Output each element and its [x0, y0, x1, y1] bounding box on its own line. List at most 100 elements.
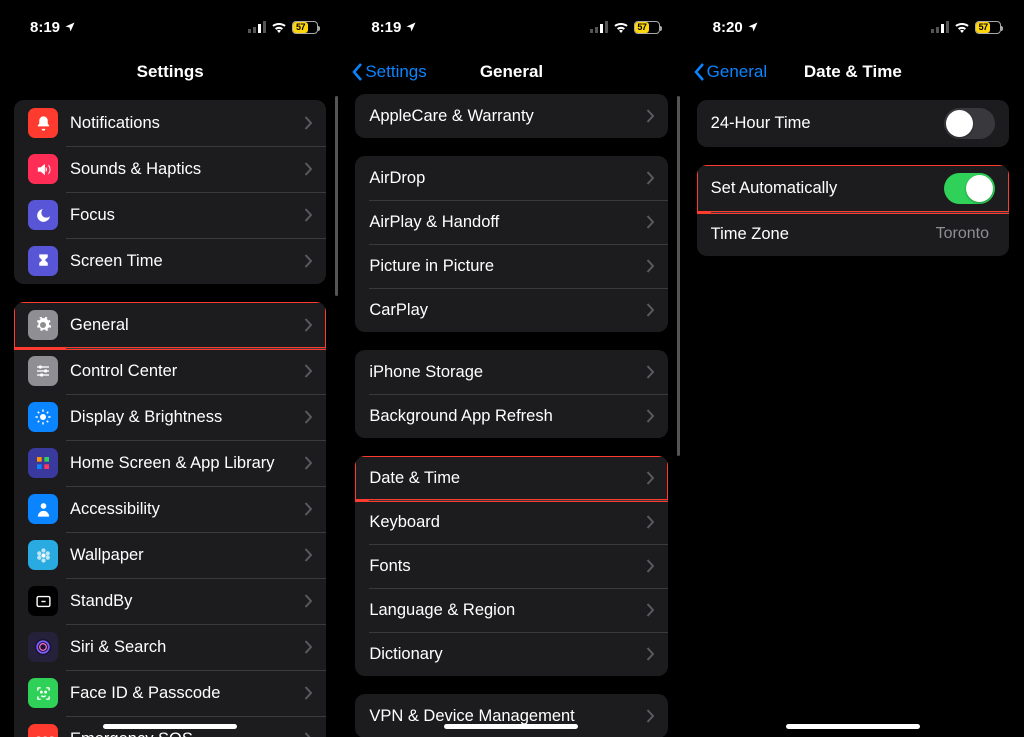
chevron-right-icon [304, 640, 312, 654]
row-sounds-haptics[interactable]: Sounds & Haptics [14, 146, 326, 192]
row-label: Screen Time [70, 252, 304, 271]
row-dictionary[interactable]: Dictionary [355, 632, 667, 676]
battery-indicator: 57 [292, 21, 318, 34]
sos-icon: SOS [28, 724, 58, 737]
row-label: Dictionary [369, 645, 645, 664]
settings-group: Date & Time Keyboard Fonts Language & Regio… [355, 456, 667, 676]
row-label: Display & Brightness [70, 408, 304, 427]
page-title: General [480, 62, 543, 82]
hourglass-icon [28, 246, 58, 276]
row-siri-search[interactable]: Siri & Search [14, 624, 326, 670]
chevron-right-icon [646, 215, 654, 229]
row-picture-in-picture[interactable]: Picture in Picture [355, 244, 667, 288]
row-label: Set Automatically [711, 179, 944, 198]
row-iphone-storage[interactable]: iPhone Storage [355, 350, 667, 394]
row-focus[interactable]: Focus [14, 192, 326, 238]
row-label: General [70, 316, 304, 335]
row-airdrop[interactable]: AirDrop [355, 156, 667, 200]
row-fonts[interactable]: Fonts [355, 544, 667, 588]
row-time-zone[interactable]: Time ZoneToronto [697, 212, 1009, 256]
battery-pct: 57 [976, 22, 990, 33]
battery-pct: 57 [293, 22, 307, 33]
row-general-highlighted[interactable]: General [14, 302, 326, 348]
chevron-right-icon [646, 471, 654, 485]
back-button[interactable]: General [693, 62, 767, 82]
row-display-brightness[interactable]: Display & Brightness [14, 394, 326, 440]
row-label: Focus [70, 206, 304, 225]
chevron-right-icon [646, 171, 654, 185]
row-label: Fonts [369, 557, 645, 576]
chevron-right-icon [304, 548, 312, 562]
chevron-right-icon [646, 259, 654, 273]
row-label: Notifications [70, 114, 304, 133]
phone-date-time: 8:20 57 General Date & Time 24-Hour Time… [683, 0, 1024, 737]
row-24-hour-time[interactable]: 24-Hour Time [697, 100, 1009, 147]
home-indicator[interactable] [786, 724, 920, 729]
page-title: Date & Time [804, 62, 902, 82]
row-home-screen-app-library[interactable]: Home Screen & App Library [14, 440, 326, 486]
row-label: CarPlay [369, 301, 645, 320]
row-label: AppleCare & Warranty [369, 107, 645, 126]
home-indicator[interactable] [103, 724, 237, 729]
nav-header: Settings General [341, 50, 681, 94]
cellular-icon [590, 21, 608, 33]
row-label: AirDrop [369, 169, 645, 188]
datetime-list[interactable]: 24-Hour Time Set Automatically Time ZoneTo… [683, 94, 1023, 737]
clock-text: 8:19 [30, 19, 60, 36]
row-face-id-passcode[interactable]: Face ID & Passcode [14, 670, 326, 716]
chevron-right-icon [304, 502, 312, 516]
row-screen-time[interactable]: Screen Time [14, 238, 326, 284]
row-label: AirPlay & Handoff [369, 213, 645, 232]
status-right: 57 [931, 21, 1001, 34]
row-carplay[interactable]: CarPlay [355, 288, 667, 332]
row-keyboard[interactable]: Keyboard [355, 500, 667, 544]
toggle-set-automatically[interactable] [944, 173, 995, 204]
settings-group: General Control Center Display & Brightnes… [14, 302, 326, 737]
location-icon [747, 21, 759, 33]
row-wallpaper[interactable]: Wallpaper [14, 532, 326, 578]
battery-pct: 57 [635, 22, 649, 33]
phone-general: 8:19 57 Settings General AppleCare & War… [341, 0, 682, 737]
row-vpn-device-management[interactable]: VPN & Device Management [355, 694, 667, 737]
sliders-icon [28, 356, 58, 386]
row-label: Time Zone [711, 225, 936, 244]
wifi-icon [613, 21, 629, 33]
scroll-indicator [335, 96, 338, 296]
row-notifications[interactable]: Notifications [14, 100, 326, 146]
row-control-center[interactable]: Control Center [14, 348, 326, 394]
settings-group: Notifications Sounds & Haptics Focus Screen… [14, 100, 326, 284]
back-label: Settings [365, 62, 426, 82]
settings-group: AirDrop AirPlay & Handoff Picture in Pictu… [355, 156, 667, 332]
general-list[interactable]: AppleCare & Warranty AirDrop AirPlay & Han… [341, 94, 681, 737]
settings-group: iPhone StorageBackground App Refresh [355, 350, 667, 438]
row-applecare-warranty[interactable]: AppleCare & Warranty [355, 94, 667, 138]
row-language-region[interactable]: Language & Region [355, 588, 667, 632]
chevron-right-icon [304, 116, 312, 130]
status-right: 57 [590, 21, 660, 34]
row-accessibility[interactable]: Accessibility [14, 486, 326, 532]
row-label: Keyboard [369, 513, 645, 532]
battery-indicator: 57 [975, 21, 1001, 34]
back-button[interactable]: Settings [351, 62, 426, 82]
row-date-time-highlighted[interactable]: Date & Time [355, 456, 667, 500]
row-label: Emergency SOS [70, 730, 304, 737]
settings-group: VPN & Device Management [355, 694, 667, 737]
chevron-right-icon [646, 303, 654, 317]
person-icon [28, 494, 58, 524]
chevron-right-icon [304, 456, 312, 470]
status-right: 57 [248, 21, 318, 34]
row-label: StandBy [70, 592, 304, 611]
status-bar: 8:19 57 [0, 0, 340, 44]
chevron-right-icon [646, 559, 654, 573]
row-set-automatically-highlighted[interactable]: Set Automatically [697, 165, 1009, 212]
row-background-app-refresh[interactable]: Background App Refresh [355, 394, 667, 438]
row-label: VPN & Device Management [369, 707, 645, 726]
cellular-icon [931, 21, 949, 33]
settings-list[interactable]: Notifications Sounds & Haptics Focus Screen… [0, 94, 340, 737]
toggle-24-hour-time[interactable] [944, 108, 995, 139]
faceid-icon [28, 678, 58, 708]
row-standby[interactable]: StandBy [14, 578, 326, 624]
row-airplay-handoff[interactable]: AirPlay & Handoff [355, 200, 667, 244]
home-indicator[interactable] [444, 724, 578, 729]
chevron-right-icon [646, 515, 654, 529]
